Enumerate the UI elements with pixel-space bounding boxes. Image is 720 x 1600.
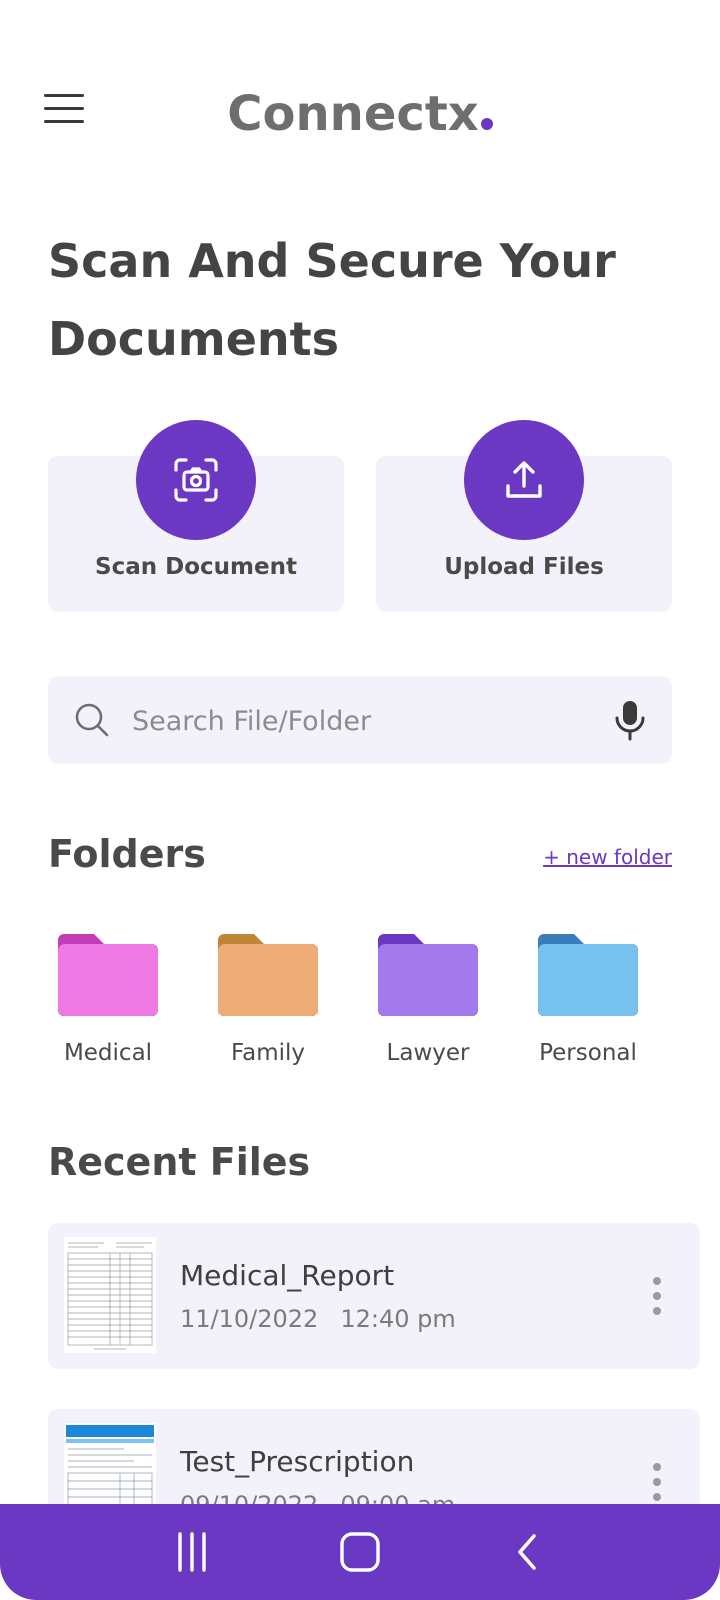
folder-family[interactable]: Family bbox=[198, 934, 338, 1084]
file-datetime: 11/10/2022 12:40 pm bbox=[180, 1305, 456, 1333]
new-folder-link[interactable]: + new folder bbox=[543, 845, 672, 869]
more-options-icon[interactable] bbox=[648, 1275, 666, 1317]
system-navigation-bar bbox=[0, 1504, 720, 1600]
folder-icon bbox=[218, 934, 318, 1016]
scan-document-label: Scan Document bbox=[95, 554, 297, 580]
scan-document-button[interactable]: Scan Document bbox=[48, 420, 344, 612]
upload-icon bbox=[464, 420, 584, 540]
file-time: 12:40 pm bbox=[340, 1305, 456, 1333]
logo-dot bbox=[480, 118, 493, 130]
logo-text: Connectx bbox=[227, 86, 479, 142]
upload-files-button[interactable]: Upload Files bbox=[376, 420, 672, 612]
search-bar bbox=[48, 676, 672, 764]
more-options-icon[interactable] bbox=[648, 1461, 666, 1503]
folders-title: Folders bbox=[48, 832, 206, 876]
file-date: 11/10/2022 bbox=[180, 1305, 319, 1333]
app-logo: Connectx bbox=[0, 86, 720, 142]
folder-icon bbox=[538, 934, 638, 1016]
folder-label: Medical bbox=[63, 1040, 153, 1066]
folder-personal[interactable]: Personal bbox=[518, 934, 658, 1084]
back-icon[interactable] bbox=[500, 1526, 556, 1578]
file-name: Medical_Report bbox=[180, 1259, 395, 1292]
page-title: Scan And Secure Your Documents bbox=[48, 234, 616, 366]
upload-files-label: Upload Files bbox=[444, 554, 604, 580]
document-preview-icon bbox=[64, 1237, 156, 1353]
folder-label: Family bbox=[230, 1040, 305, 1066]
search-input[interactable] bbox=[130, 694, 564, 748]
file-name: Test_Prescription bbox=[180, 1445, 415, 1478]
folder-label: Lawyer bbox=[386, 1040, 470, 1066]
folder-icon bbox=[378, 934, 478, 1016]
folder-icon bbox=[58, 934, 158, 1016]
home-icon[interactable] bbox=[332, 1526, 388, 1578]
folder-label: Personal bbox=[539, 1040, 637, 1066]
folder-lawyer[interactable]: Lawyer bbox=[358, 934, 498, 1084]
camera-scan-icon bbox=[136, 420, 256, 540]
recent-apps-icon[interactable] bbox=[164, 1526, 220, 1578]
microphone-icon[interactable] bbox=[608, 698, 652, 742]
file-row-medical-report[interactable]: Medical_Report 11/10/2022 12:40 pm bbox=[48, 1223, 700, 1369]
recent-files-title: Recent Files bbox=[48, 1140, 311, 1184]
document-thumbnail bbox=[64, 1237, 156, 1353]
folder-medical[interactable]: Medical bbox=[38, 934, 178, 1084]
search-icon bbox=[75, 703, 109, 737]
